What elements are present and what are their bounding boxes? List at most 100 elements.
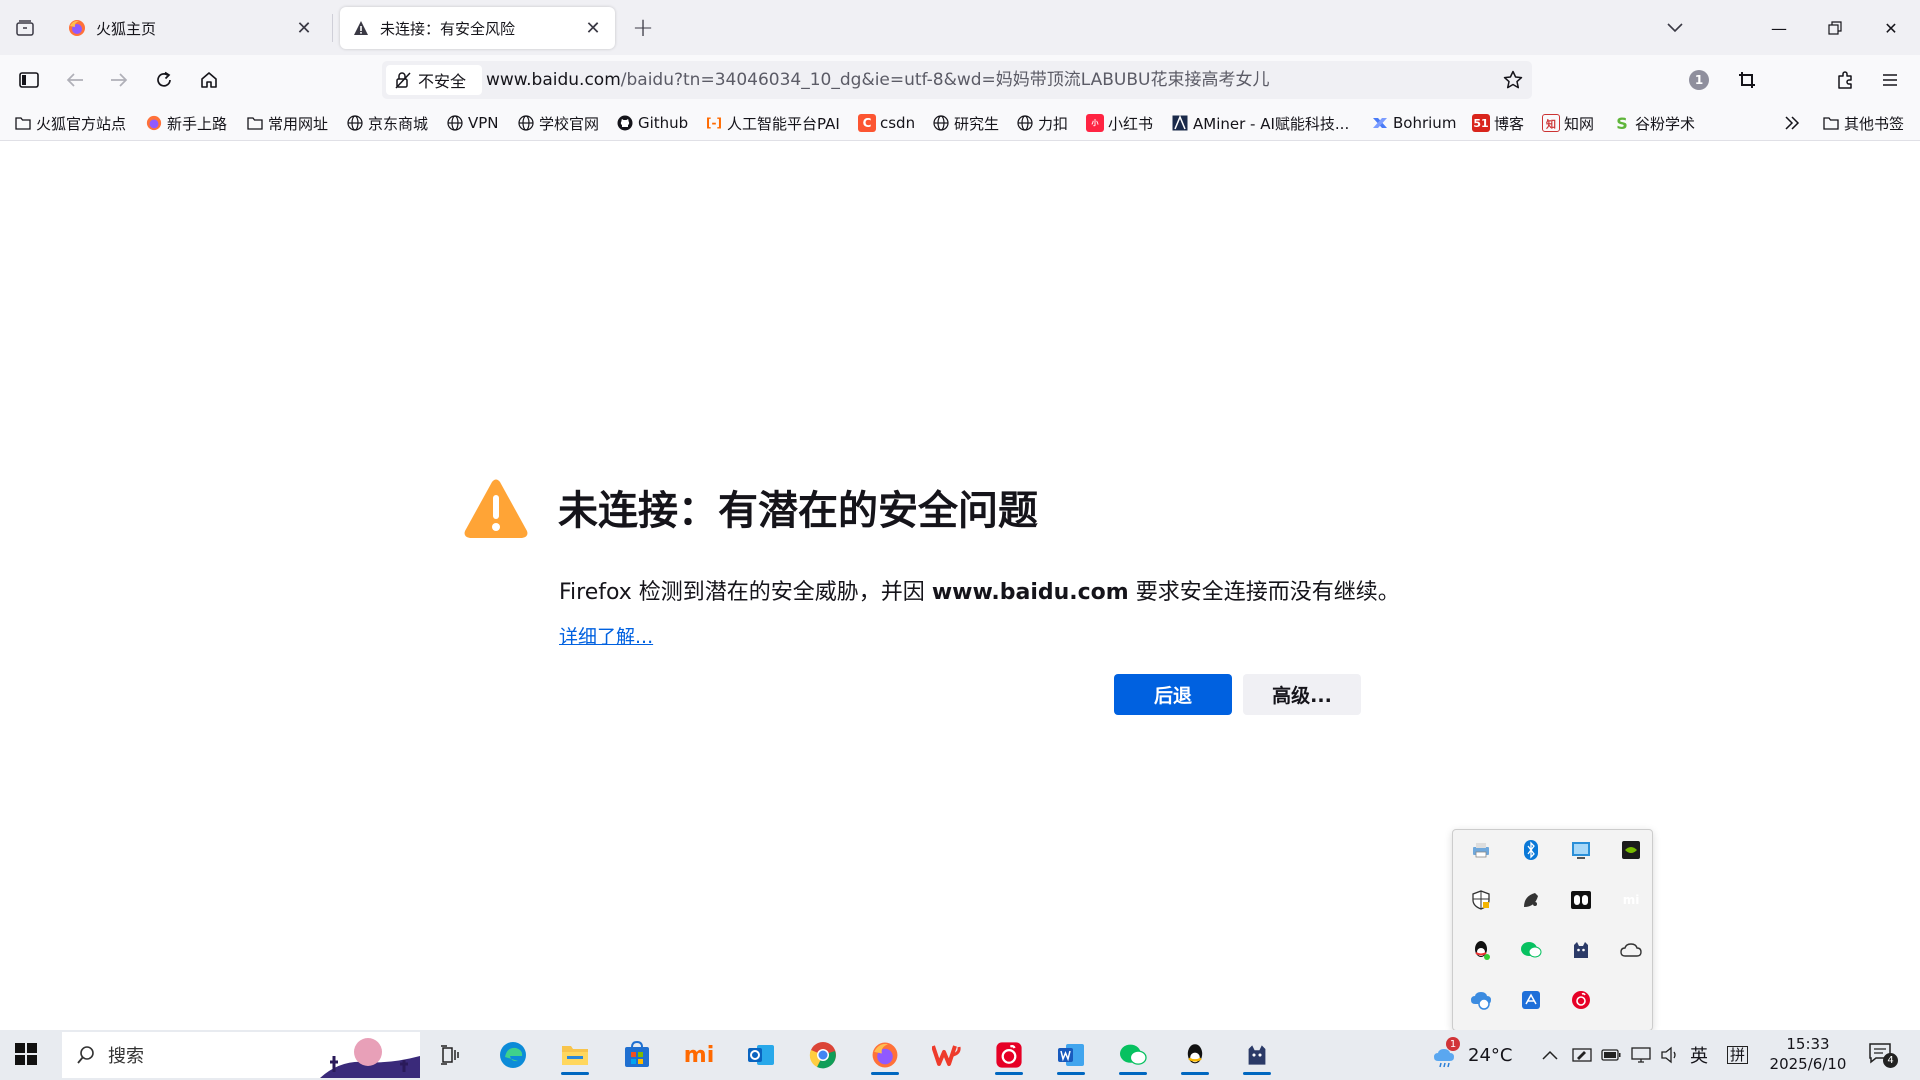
taskbar-firefox[interactable] bbox=[863, 1035, 907, 1075]
bookmark-star-button[interactable] bbox=[1502, 69, 1524, 91]
cat-app-icon[interactable] bbox=[1569, 938, 1593, 962]
globe-icon bbox=[932, 114, 950, 132]
screenshot-button[interactable] bbox=[1730, 63, 1764, 97]
url-text[interactable]: www.baidu.com/baidu?tn=34046034_10_dg&ie… bbox=[486, 61, 1269, 99]
bookmark-label: 谷粉学术 bbox=[1635, 114, 1696, 133]
clock[interactable]: 15:33 2025/6/10 bbox=[1763, 1034, 1853, 1074]
close-window-button[interactable]: ✕ bbox=[1868, 8, 1914, 48]
bookmark-item[interactable]: C csdn bbox=[858, 111, 915, 135]
bookmark-item[interactable]: 研究生 bbox=[932, 111, 999, 135]
restore-button[interactable] bbox=[1812, 8, 1858, 48]
other-bookmarks[interactable]: 其他书签 bbox=[1822, 111, 1904, 135]
volume-button[interactable] bbox=[1660, 1030, 1680, 1080]
forward-button[interactable] bbox=[102, 63, 136, 97]
bookmark-item[interactable]: 学校官网 bbox=[517, 111, 599, 135]
bookmark-item[interactable]: 新手上路 bbox=[145, 111, 227, 135]
advanced-button[interactable]: 高级... bbox=[1243, 674, 1361, 715]
cloud-sync-icon[interactable] bbox=[1469, 988, 1493, 1012]
bookmark-item[interactable]: VPN bbox=[446, 111, 499, 135]
gfsoso-icon: S bbox=[1616, 113, 1628, 133]
show-hidden-icons-button[interactable] bbox=[1542, 1030, 1558, 1080]
tab-list-button[interactable] bbox=[10, 14, 40, 42]
tab-security-warning[interactable]: 未连接：有安全风险 ✕ bbox=[340, 7, 615, 49]
taskbar-chrome[interactable] bbox=[801, 1035, 845, 1075]
new-tab-button[interactable]: + bbox=[628, 13, 658, 43]
go-back-button[interactable]: 后退 bbox=[1114, 674, 1232, 715]
taskbar-cat-app[interactable] bbox=[1235, 1035, 1279, 1075]
cloud-icon[interactable] bbox=[1619, 938, 1643, 962]
taskbar-netease-music[interactable] bbox=[987, 1035, 1031, 1075]
taskbar-wechat[interactable] bbox=[1111, 1035, 1155, 1075]
ime-mode-button[interactable]: 拼 bbox=[1727, 1030, 1749, 1080]
bookmark-item[interactable]: Github bbox=[616, 111, 688, 135]
satellite-icon[interactable] bbox=[1519, 888, 1543, 912]
taskbar-edge[interactable] bbox=[491, 1035, 535, 1075]
security-shield-icon[interactable] bbox=[1469, 888, 1493, 912]
tab-firefox-home[interactable]: 火狐主页 ✕ bbox=[56, 7, 326, 49]
home-icon bbox=[201, 72, 217, 88]
bookmarks-overflow-button[interactable] bbox=[1784, 111, 1800, 135]
learn-more-link[interactable]: 详细了解... bbox=[559, 622, 653, 649]
bookmark-item[interactable]: 力扣 bbox=[1016, 111, 1068, 135]
network-monitor-icon[interactable] bbox=[1569, 838, 1593, 862]
mi-icon[interactable]: mi bbox=[1619, 888, 1643, 912]
bookmark-item[interactable]: [-] 人工智能平台PAI bbox=[705, 111, 840, 135]
bookmark-label: AMiner - AI赋能科技... bbox=[1193, 114, 1350, 133]
extensions-button[interactable] bbox=[1828, 63, 1862, 97]
bookmark-item[interactable]: 常用网址 bbox=[246, 111, 328, 135]
taskbar-microsoft-store[interactable] bbox=[615, 1035, 659, 1075]
address-bar[interactable]: 不安全 www.baidu.com/baidu?tn=34046034_10_d… bbox=[382, 61, 1532, 99]
nvidia-icon[interactable] bbox=[1619, 838, 1643, 862]
sidebar-toggle-button[interactable] bbox=[12, 63, 46, 97]
url-host: www.baidu.com bbox=[486, 70, 621, 90]
taskbar-mi[interactable]: mi bbox=[677, 1035, 721, 1075]
dolby-icon[interactable] bbox=[1569, 888, 1593, 912]
bluetooth-icon[interactable] bbox=[1519, 838, 1543, 862]
app-menu-button[interactable] bbox=[1873, 63, 1907, 97]
xiaohongshu-icon: 小 bbox=[1086, 114, 1104, 132]
bookmark-item[interactable]: AMiner - AI赋能科技... bbox=[1171, 111, 1349, 135]
taskbar-word[interactable] bbox=[1049, 1035, 1093, 1075]
wechat-icon[interactable] bbox=[1519, 938, 1543, 962]
bookmark-item[interactable]: Bohrium bbox=[1371, 111, 1456, 135]
weather-widget[interactable]: 1 24°C bbox=[1432, 1030, 1512, 1080]
list-all-tabs-button[interactable] bbox=[1660, 14, 1690, 42]
close-icon: ✕ bbox=[585, 17, 601, 39]
site-security-indicator[interactable]: 不安全 bbox=[386, 65, 482, 95]
running-indicator bbox=[871, 1072, 899, 1075]
bookmark-label: csdn bbox=[880, 114, 916, 132]
notification-center-button[interactable]: 4 bbox=[1868, 1030, 1898, 1080]
taskbar-wps[interactable] bbox=[925, 1035, 969, 1075]
battery-button[interactable] bbox=[1601, 1030, 1621, 1080]
start-button[interactable] bbox=[14, 1042, 40, 1068]
bookmark-item[interactable]: 小 小红书 bbox=[1086, 111, 1153, 135]
close-tab-button[interactable]: ✕ bbox=[294, 18, 314, 39]
qq-icon[interactable] bbox=[1469, 938, 1493, 962]
taskbar-outlook[interactable] bbox=[739, 1035, 783, 1075]
taskbar-search-box[interactable]: 搜索 bbox=[62, 1032, 420, 1078]
bookmark-item[interactable]: 51 博客 bbox=[1472, 111, 1524, 135]
input-language-button[interactable]: 英 bbox=[1690, 1030, 1708, 1080]
network-button[interactable] bbox=[1631, 1030, 1651, 1080]
tab-separator bbox=[332, 14, 333, 42]
tray-pen-icon-button[interactable] bbox=[1572, 1030, 1592, 1080]
extension-badge-button[interactable]: 1 bbox=[1682, 63, 1716, 97]
taskbar-qq[interactable] bbox=[1173, 1035, 1217, 1075]
folder-icon bbox=[1822, 114, 1840, 132]
bookmark-item[interactable]: 知 知网 bbox=[1542, 111, 1594, 135]
home-button[interactable] bbox=[192, 63, 226, 97]
printer-icon[interactable] bbox=[1469, 838, 1493, 862]
bookmark-item[interactable]: S 谷粉学术 bbox=[1613, 111, 1695, 135]
bookmark-item[interactable]: 火狐官方站点 bbox=[14, 111, 126, 135]
minimize-button[interactable]: — bbox=[1756, 8, 1802, 48]
taskbar-file-explorer[interactable] bbox=[553, 1035, 597, 1075]
reload-button[interactable] bbox=[147, 63, 181, 97]
csdn-icon: C bbox=[858, 114, 876, 132]
app-store-icon[interactable] bbox=[1519, 988, 1543, 1012]
bookmark-label: 其他书签 bbox=[1844, 114, 1905, 133]
task-view-button[interactable] bbox=[428, 1035, 472, 1075]
bookmark-item[interactable]: 京东商城 bbox=[346, 111, 428, 135]
back-button[interactable] bbox=[58, 63, 92, 97]
netease-music-icon[interactable] bbox=[1569, 988, 1593, 1012]
close-tab-button[interactable]: ✕ bbox=[583, 17, 603, 39]
